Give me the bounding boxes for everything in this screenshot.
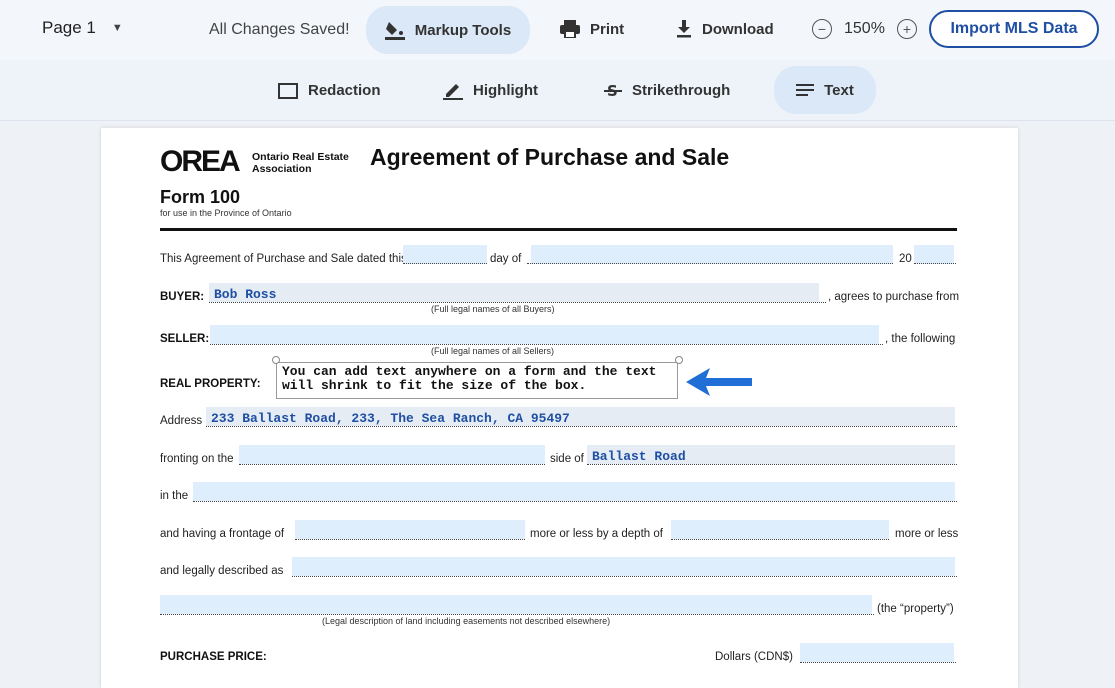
price-dots <box>800 662 956 663</box>
purchase-price-label: PURCHASE PRICE: <box>160 651 267 663</box>
legal-note: (Legal description of land including eas… <box>322 616 611 626</box>
resize-handle-top-right[interactable] <box>675 356 683 364</box>
in-the-dots <box>193 501 957 502</box>
chevron-down-icon: ▼ <box>111 22 123 34</box>
print-button[interactable]: Print <box>560 20 624 38</box>
side-value: Ballast Road <box>592 449 686 464</box>
highlight-label: Highlight <box>473 81 538 99</box>
property-suffix: (the “property”) <box>877 603 954 615</box>
month-dots <box>527 263 893 264</box>
resize-handle-top-left[interactable] <box>272 356 280 364</box>
dollars-label: Dollars (CDN$) <box>715 651 793 663</box>
fronting-field[interactable] <box>239 445 545 464</box>
day-field[interactable] <box>403 245 487 264</box>
buyer-note: (Full legal names of all Buyers) <box>431 304 555 314</box>
paint-bucket-icon <box>384 22 405 40</box>
legal-dots <box>292 576 957 577</box>
buyer-label: BUYER: <box>160 291 205 303</box>
legal-field-2[interactable] <box>160 595 872 614</box>
legal-field[interactable] <box>292 557 955 576</box>
month-field[interactable] <box>531 245 893 264</box>
side-of-label: side of <box>550 453 584 465</box>
price-field[interactable] <box>800 643 954 662</box>
frontage-field[interactable] <box>295 520 525 539</box>
depth-label: more or less by a depth of <box>530 528 663 540</box>
depth-field[interactable] <box>671 520 889 539</box>
logo-sub-line1: Ontario Real Estate <box>252 151 349 163</box>
buyer-suffix: , agrees to purchase from <box>828 291 960 303</box>
zoom-level: 150% <box>844 20 885 37</box>
orea-logo: OREA <box>160 145 241 179</box>
strikethrough-tool[interactable]: S Strikethrough <box>604 82 730 99</box>
year-dots <box>914 263 956 264</box>
address-dots <box>206 426 957 427</box>
in-the-field[interactable] <box>193 482 955 501</box>
strikethrough-label: Strikethrough <box>632 82 731 99</box>
zoom-control: − 150% + <box>812 19 917 39</box>
printer-icon <box>560 20 580 38</box>
orea-logo-subtext: Ontario Real Estate Association <box>252 151 349 175</box>
zoom-out-icon[interactable]: − <box>812 19 832 39</box>
seller-dots <box>210 344 883 345</box>
day-dots <box>403 263 487 264</box>
in-the-label: in the <box>160 490 189 502</box>
page-selector[interactable]: Page 1 ▼ <box>42 18 123 38</box>
redaction-tool[interactable]: Redaction <box>278 82 381 99</box>
zoom-in-icon[interactable]: + <box>896 19 917 39</box>
more-or-less-label: more or less <box>895 528 959 540</box>
pencil-icon <box>443 84 463 100</box>
frontage-label: and having a frontage of <box>160 528 285 540</box>
redaction-label: Redaction <box>308 82 381 99</box>
address-value: 233 Ballast Road, 233, The Sea Ranch, CA… <box>211 411 570 426</box>
side-dots <box>587 464 957 465</box>
print-label: Print <box>590 20 625 38</box>
form-title: Agreement of Purchase and Sale <box>370 144 730 170</box>
download-label: Download <box>702 20 774 38</box>
form-subtitle: for use in the Province of Ontario <box>160 208 292 218</box>
real-property-label: REAL PROPERTY: <box>160 378 261 390</box>
year-field[interactable] <box>914 245 954 264</box>
rectangle-icon <box>278 82 298 99</box>
import-mls-button[interactable]: Import MLS Data <box>929 10 1099 48</box>
day-of-label: day of <box>490 253 522 265</box>
markup-tools-label: Markup Tools <box>414 21 512 39</box>
markup-tools-button[interactable]: Markup Tools <box>366 6 530 54</box>
save-status: All Changes Saved! <box>209 21 350 38</box>
seller-label: SELLER: <box>160 333 210 345</box>
logo-sub-line2: Association <box>252 163 312 175</box>
fronting-label: fronting on the <box>160 453 234 465</box>
frontage-dots <box>295 539 525 540</box>
buyer-dots <box>209 302 826 303</box>
header-rule <box>160 228 957 231</box>
text-annotation-box[interactable]: You can add text anywhere on a form and … <box>276 362 678 399</box>
form-number: Form 100 <box>160 187 241 207</box>
seller-field[interactable] <box>210 325 879 344</box>
text-lines-icon <box>796 84 815 96</box>
download-button[interactable]: Download <box>676 20 774 38</box>
arrow-left-icon <box>686 368 752 396</box>
seller-note: (Full legal names of all Sellers) <box>431 346 555 356</box>
depth-dots <box>671 539 889 540</box>
page-selector-label: Page 1 <box>42 18 96 37</box>
main-toolbar: Page 1 ▼ All Changes Saved! Markup Tools… <box>0 0 1115 61</box>
address-label: Address <box>160 415 203 427</box>
legal-dots-2 <box>160 614 874 615</box>
orea-logo-text: OREA <box>160 145 241 178</box>
strikethrough-icon: S <box>604 83 622 99</box>
year-prefix: 20 <box>899 253 912 265</box>
fronting-dots <box>239 464 545 465</box>
markup-toolbar <box>0 60 1115 121</box>
dated-prefix: This Agreement of Purchase and Sale date… <box>160 253 407 265</box>
download-icon <box>677 20 691 38</box>
highlight-tool[interactable]: Highlight <box>443 80 538 100</box>
legal-label: and legally described as <box>160 565 284 577</box>
text-label: Text <box>824 81 854 99</box>
text-tool[interactable]: Text <box>774 66 876 114</box>
seller-suffix: , the following <box>885 333 956 345</box>
buyer-field[interactable] <box>209 283 819 302</box>
buyer-value: Bob Ross <box>214 287 277 302</box>
